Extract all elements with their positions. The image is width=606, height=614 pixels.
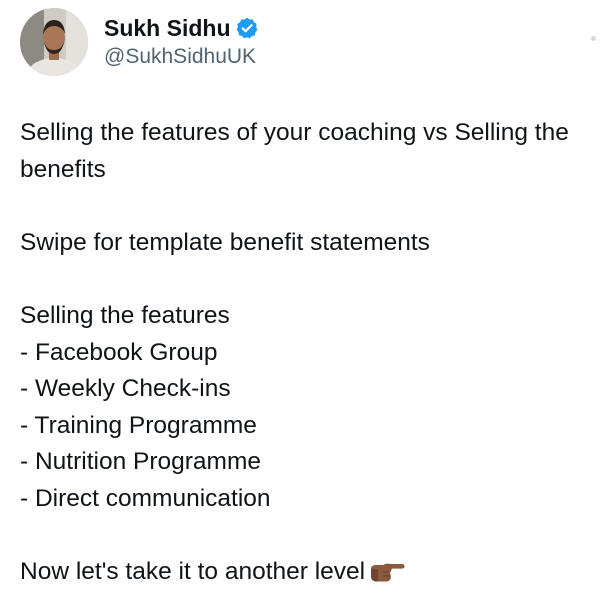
more-options-icon[interactable] — [591, 36, 596, 41]
name-row: Sukh Sidhu — [104, 14, 258, 42]
tweet-card: Sukh Sidhu @SukhSidhuUK Selling the feat… — [0, 0, 606, 614]
avatar[interactable] — [20, 8, 88, 76]
tweet-header: Sukh Sidhu @SukhSidhuUK — [20, 8, 258, 76]
list-item: - Direct communication — [20, 484, 271, 512]
verified-badge-icon — [236, 17, 258, 39]
author-identity: Sukh Sidhu @SukhSidhuUK — [104, 14, 258, 71]
closing-line: Now let's take it to another level — [20, 554, 590, 595]
list-item: - Nutrition Programme — [20, 448, 261, 476]
list-heading: Selling the features — [20, 301, 230, 329]
closing-text: Now let's take it to another level — [20, 558, 366, 586]
avatar-photo — [20, 8, 88, 76]
list-item: - Weekly Check-ins — [20, 375, 231, 403]
tweet-text: Selling the features of your coaching vs… — [20, 115, 590, 595]
intro-paragraph: Selling the features of your coaching vs… — [20, 119, 569, 183]
list-item: - Training Programme — [20, 411, 257, 439]
list-item: - Facebook Group — [20, 338, 218, 366]
backhand-index-pointing-right-icon — [369, 558, 405, 595]
swipe-paragraph: Swipe for template benefit statements — [20, 228, 430, 256]
author-display-name[interactable]: Sukh Sidhu — [104, 14, 231, 42]
author-handle[interactable]: @SukhSidhuUK — [104, 43, 258, 71]
